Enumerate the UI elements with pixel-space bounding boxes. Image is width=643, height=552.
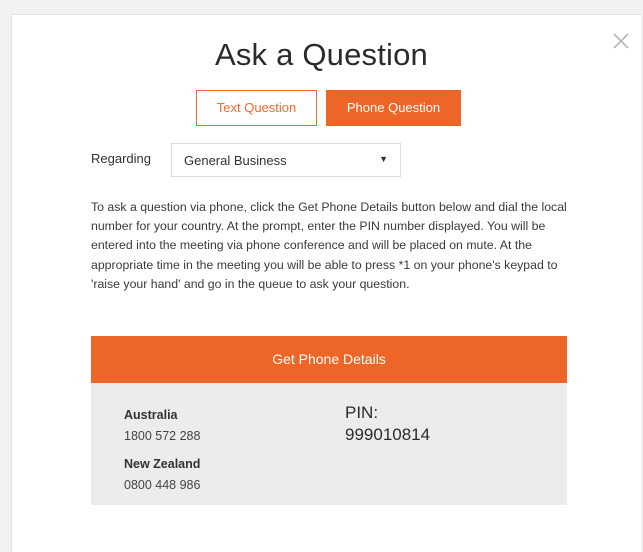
- number-new-zealand: 0800 448 986: [124, 478, 201, 492]
- get-phone-details-button[interactable]: Get Phone Details: [91, 336, 567, 383]
- dialog-title: Ask a Question: [214, 37, 429, 72]
- page-background: Ask a Question Text Question Phone Quest…: [0, 0, 643, 552]
- country-new-zealand: New Zealand: [124, 457, 201, 471]
- pin-value: 999010814: [345, 425, 431, 444]
- tab-phone-question[interactable]: Phone Question: [326, 90, 461, 126]
- regarding-select-value: General Business: [184, 153, 287, 168]
- phone-instructions: To ask a question via phone, click the G…: [91, 200, 567, 291]
- tab-text-question[interactable]: Text Question: [196, 90, 317, 126]
- phone-details-panel: Australia 1800 572 288 New Zealand 0800 …: [91, 383, 567, 505]
- chevron-down-icon: ▼: [379, 154, 388, 164]
- country-australia: Australia: [124, 408, 178, 422]
- regarding-select[interactable]: General Business ▼: [171, 143, 401, 177]
- pin-label: PIN:: [345, 403, 379, 422]
- regarding-label: Regarding: [91, 151, 151, 166]
- number-australia: 1800 572 288: [124, 429, 201, 443]
